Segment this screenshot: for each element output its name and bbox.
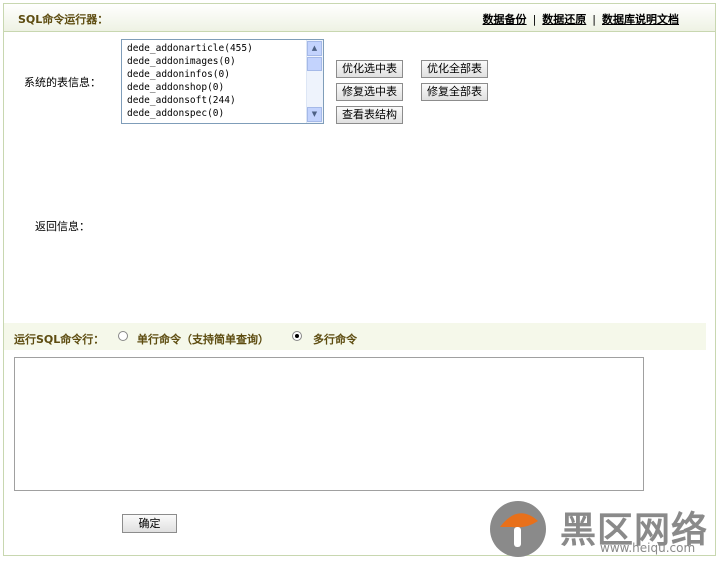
- mushroom-logo-icon: [490, 501, 546, 557]
- tables-listbox[interactable]: dede_addonarticle(455) dede_addonimages(…: [121, 39, 324, 124]
- watermark-logo: 黑区网络 www.heiqu.com: [486, 497, 710, 559]
- multi-command-label: 多行命令: [313, 333, 357, 346]
- optimize-selected-button[interactable]: 优化选中表: [336, 60, 403, 78]
- link-restore[interactable]: 数据还原: [542, 13, 586, 26]
- scroll-up-arrow-icon[interactable]: ▲: [307, 41, 322, 56]
- scroll-down-arrow-icon[interactable]: ▼: [307, 107, 322, 122]
- link-db-docs[interactable]: 数据库说明文档: [602, 13, 679, 26]
- single-command-radio[interactable]: [118, 331, 128, 341]
- run-sql-bar: 运行SQL命令行： 单行命令（支持简单查询） 多行命令: [4, 323, 706, 350]
- list-item[interactable]: dede_addoninfos(0): [127, 68, 323, 81]
- link-separator: |: [532, 13, 537, 26]
- run-sql-title: 运行SQL命令行：: [14, 333, 105, 346]
- header-links: 数据备份 | 数据还原 | 数据库说明文档: [483, 11, 679, 27]
- view-structure-button[interactable]: 查看表结构: [336, 106, 403, 124]
- list-item[interactable]: dede_addonimages(0): [127, 55, 323, 68]
- submit-button[interactable]: 确定: [122, 514, 177, 533]
- list-item[interactable]: dede_addonarticle(455): [127, 42, 323, 55]
- result-label: 返回信息：: [35, 220, 90, 233]
- header-bar: SQL命令运行器： 数据备份 | 数据还原 | 数据库说明文档: [4, 4, 715, 32]
- link-separator: |: [592, 13, 596, 26]
- optimize-all-button[interactable]: 优化全部表: [421, 60, 488, 78]
- page-title: SQL命令运行器：: [18, 13, 109, 26]
- repair-selected-button[interactable]: 修复选中表: [336, 83, 403, 101]
- list-item[interactable]: dede_addonsoft(244): [127, 94, 323, 107]
- link-backup[interactable]: 数据备份: [483, 13, 527, 26]
- list-item[interactable]: dede_addonshop(0): [127, 81, 323, 94]
- tables-list: dede_addonarticle(455) dede_addonimages(…: [122, 40, 323, 120]
- multi-command-radio[interactable]: [292, 331, 302, 341]
- single-command-label: 单行命令（支持简单查询）: [137, 333, 269, 346]
- watermark-url: www.heiqu.com: [600, 541, 696, 555]
- tables-label: 系统的表信息：: [24, 76, 101, 89]
- sql-textarea[interactable]: [14, 357, 644, 491]
- list-item[interactable]: dede_addonspec(0): [127, 107, 323, 120]
- listbox-scrollbar[interactable]: ▲ ▼: [306, 40, 323, 123]
- scroll-thumb[interactable]: [307, 57, 322, 71]
- repair-all-button[interactable]: 修复全部表: [421, 83, 488, 101]
